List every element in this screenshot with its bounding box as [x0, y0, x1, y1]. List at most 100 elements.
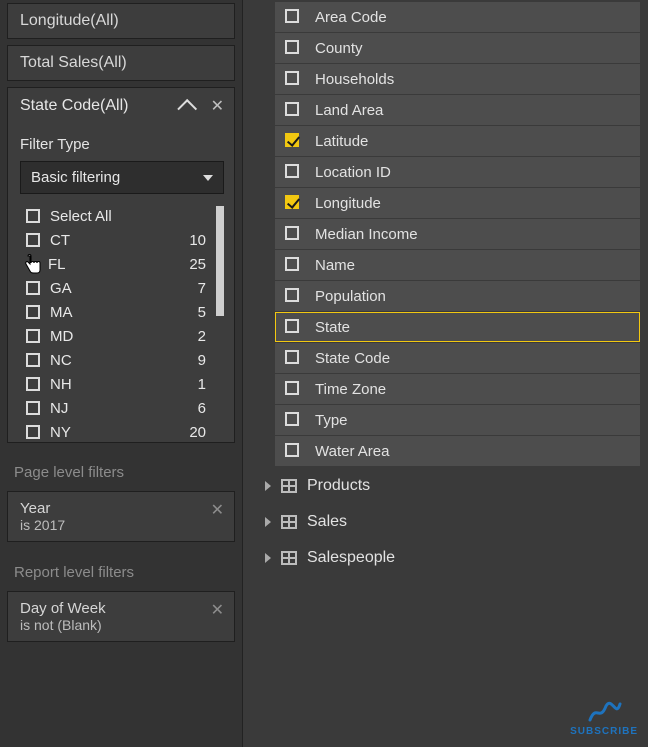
field-checkbox[interactable] — [285, 350, 299, 364]
table-row[interactable]: Salespeople — [255, 542, 640, 574]
field-checkbox[interactable] — [285, 164, 299, 178]
filter-card-title: State Code(All) — [20, 97, 129, 115]
filter-card-header-icons: ✕ — [183, 96, 224, 116]
close-icon[interactable]: ✕ — [211, 600, 224, 620]
field-label: State Code — [315, 350, 390, 367]
page-level-filters-label: Page level filters — [14, 464, 242, 481]
close-icon[interactable]: ✕ — [211, 500, 224, 520]
filter-value-row[interactable]: CT10 — [22, 228, 220, 252]
field-label: Population — [315, 288, 386, 305]
field-row[interactable]: County — [275, 33, 640, 63]
scrollbar-thumb[interactable] — [216, 206, 224, 316]
table-row[interactable]: Sales — [255, 506, 640, 538]
field-checkbox[interactable] — [285, 412, 299, 426]
filter-value-count: 2 — [186, 328, 206, 345]
cursor-hand-icon — [24, 253, 44, 275]
filter-value-row[interactable]: FL25 — [22, 252, 220, 276]
chevron-down-icon — [203, 175, 213, 181]
page-filter-year[interactable]: ✕ Year is 2017 — [7, 491, 235, 542]
field-row[interactable]: Land Area — [275, 95, 640, 125]
filters-pane: Longitude(All) Total Sales(All) State Co… — [0, 0, 243, 747]
filter-card-state-code: State Code(All) ✕ Filter Type Basic filt… — [7, 87, 235, 443]
field-row[interactable]: Location ID — [275, 157, 640, 187]
field-checkbox[interactable] — [285, 9, 299, 23]
checkbox[interactable] — [26, 281, 40, 295]
field-label: Latitude — [315, 133, 368, 150]
filter-value-row[interactable]: MD2 — [22, 324, 220, 348]
field-label: County — [315, 40, 363, 57]
field-checkbox[interactable] — [285, 319, 299, 333]
close-icon[interactable]: ✕ — [211, 96, 224, 116]
checkbox[interactable] — [26, 377, 40, 391]
checkbox[interactable] — [26, 233, 40, 247]
field-row[interactable]: Type — [275, 405, 640, 435]
filter-value-count: 20 — [186, 424, 206, 441]
field-row[interactable]: Median Income — [275, 219, 640, 249]
checkbox[interactable] — [26, 305, 40, 319]
filter-card-total-sales[interactable]: Total Sales(All) — [7, 45, 235, 81]
filter-value-row[interactable]: NY20 — [22, 420, 220, 444]
field-checkbox[interactable] — [285, 133, 299, 147]
expand-icon[interactable] — [265, 517, 271, 527]
filter-value-count: 7 — [186, 280, 206, 297]
page-filter-condition: is 2017 — [20, 517, 224, 533]
field-checkbox[interactable] — [285, 195, 299, 209]
filter-value-row[interactable]: NJ6 — [22, 396, 220, 420]
filter-value-row[interactable]: Select All — [22, 204, 220, 228]
field-row[interactable]: Longitude — [275, 188, 640, 218]
table-label: Sales — [307, 513, 347, 531]
field-label: Land Area — [315, 102, 383, 119]
fields-pane: Area Code County Households Land Area Latitu… — [243, 0, 648, 747]
expand-icon[interactable] — [265, 553, 271, 563]
filter-value-count: 9 — [186, 352, 206, 369]
expand-icon[interactable] — [265, 481, 271, 491]
filter-card-longitude[interactable]: Longitude(All) — [7, 3, 235, 39]
checkbox[interactable] — [26, 353, 40, 367]
filter-value-label: NC — [50, 352, 186, 369]
report-filter-day-of-week[interactable]: ✕ Day of Week is not (Blank) — [7, 591, 235, 642]
filter-card-title: Longitude(All) — [20, 12, 119, 29]
filter-card-header[interactable]: State Code(All) ✕ — [20, 96, 224, 120]
checkbox[interactable] — [26, 401, 40, 415]
checkbox[interactable] — [26, 425, 40, 439]
filter-value-row[interactable]: GA7 — [22, 276, 220, 300]
field-checkbox[interactable] — [285, 102, 299, 116]
app-root: Longitude(All) Total Sales(All) State Co… — [0, 0, 648, 747]
field-checkbox[interactable] — [285, 288, 299, 302]
table-icon — [281, 515, 297, 529]
checkbox[interactable] — [26, 329, 40, 343]
report-level-filters-label: Report level filters — [14, 564, 242, 581]
field-checkbox[interactable] — [285, 226, 299, 240]
filter-type-select[interactable]: Basic filtering — [20, 161, 224, 194]
field-checkbox[interactable] — [285, 40, 299, 54]
table-icon — [281, 479, 297, 493]
field-label: Households — [315, 71, 394, 88]
filter-value-row[interactable]: NH1 — [22, 372, 220, 396]
filter-value-count: 6 — [186, 400, 206, 417]
checkbox[interactable] — [26, 209, 40, 223]
field-checkbox[interactable] — [285, 443, 299, 457]
filter-type-label: Filter Type — [20, 136, 224, 153]
field-checkbox[interactable] — [285, 381, 299, 395]
field-row[interactable]: Time Zone — [275, 374, 640, 404]
collapse-icon[interactable] — [177, 99, 197, 119]
field-row[interactable]: State — [275, 312, 640, 342]
filter-value-label: NH — [50, 376, 186, 393]
table-row[interactable]: Products — [255, 470, 640, 502]
field-row[interactable]: Water Area — [275, 436, 640, 466]
field-row[interactable]: Households — [275, 64, 640, 94]
field-label: State — [315, 319, 350, 336]
filter-value-label: NJ — [50, 400, 186, 417]
field-row[interactable]: Latitude — [275, 126, 640, 156]
report-filter-condition: is not (Blank) — [20, 617, 224, 633]
field-row[interactable]: Population — [275, 281, 640, 311]
field-row[interactable]: Area Code — [275, 2, 640, 32]
filter-value-row[interactable]: MA5 — [22, 300, 220, 324]
field-checkbox[interactable] — [285, 257, 299, 271]
field-label: Median Income — [315, 226, 418, 243]
filter-value-row[interactable]: NC9 — [22, 348, 220, 372]
field-checkbox[interactable] — [285, 71, 299, 85]
filter-value-label: MD — [50, 328, 186, 345]
field-row[interactable]: Name — [275, 250, 640, 280]
field-row[interactable]: State Code — [275, 343, 640, 373]
